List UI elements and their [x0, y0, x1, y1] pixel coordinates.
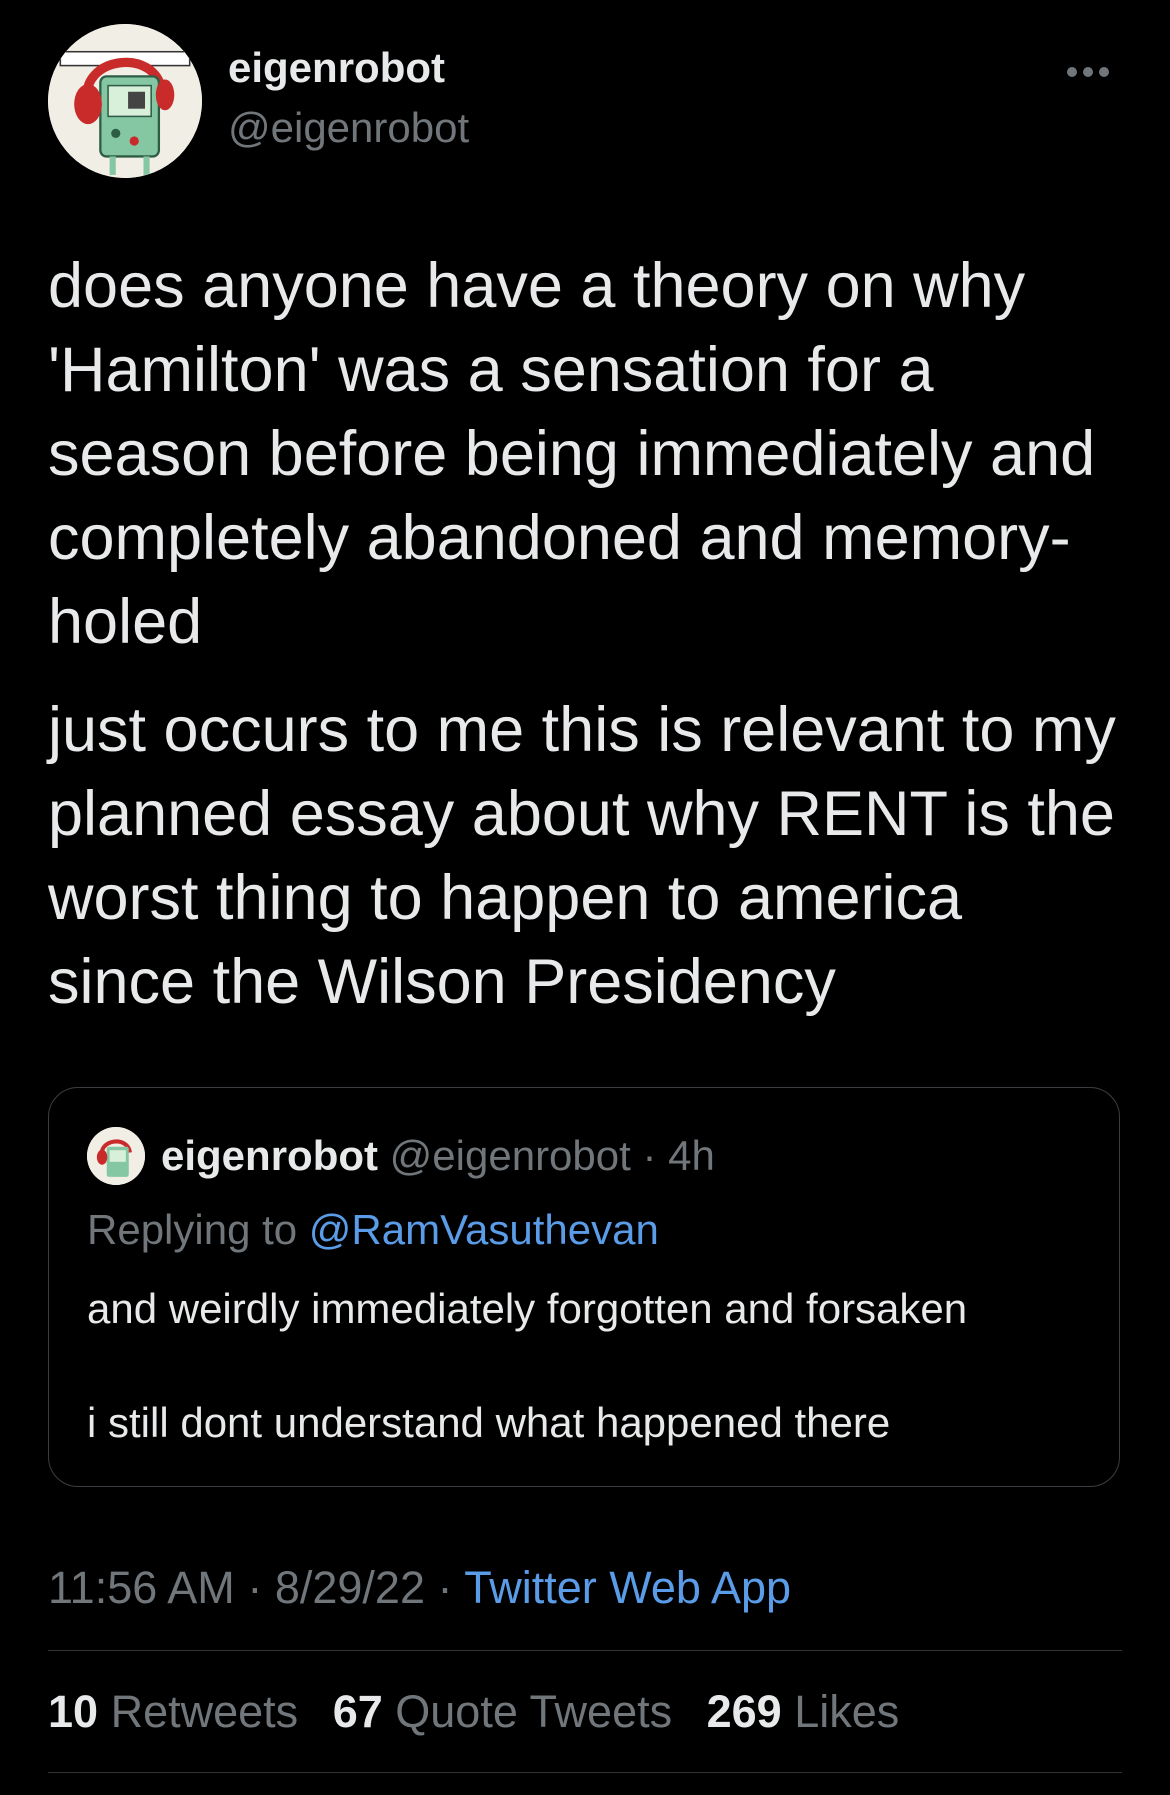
quoted-tweet-paragraph: and weirdly immediately forgotten and fo…: [87, 1285, 968, 1332]
quoted-author-name[interactable]: eigenrobot: [161, 1132, 378, 1179]
replying-to-mention-link[interactable]: @RamVasuthevan: [309, 1206, 659, 1253]
likes-count: 269: [706, 1686, 782, 1737]
separator-dot: ·: [437, 1562, 453, 1613]
quoted-tweet-card[interactable]: eigenrobot @eigenrobot · 4h Replying to …: [48, 1087, 1120, 1487]
tweet-paragraph: just occurs to me this is relevant to my…: [48, 695, 1116, 1017]
divider: [48, 1650, 1122, 1651]
quote-tweets-stat[interactable]: 67 Quote Tweets: [333, 1686, 672, 1737]
tweet-text: does anyone have a theory on why 'Hamilt…: [48, 244, 1118, 1048]
tweet-stats: 10 Retweets 67 Quote Tweets 269 Likes: [48, 1686, 921, 1738]
tweet-source-link[interactable]: Twitter Web App: [464, 1562, 791, 1613]
replying-to-label: Replying to: [87, 1206, 298, 1253]
quoted-tweet-paragraph: i still dont understand what happened th…: [87, 1399, 891, 1446]
likes-stat[interactable]: 269 Likes: [707, 1686, 900, 1737]
retweets-stat[interactable]: 10 Retweets: [48, 1686, 298, 1737]
bmo-headphones-avatar-icon: [48, 24, 202, 178]
separator-dot: ·: [642, 1132, 657, 1179]
tweet-paragraph: does anyone have a theory on why 'Hamilt…: [48, 251, 1096, 657]
author-handle[interactable]: @eigenrobot: [228, 104, 469, 152]
quoted-author-handle[interactable]: @eigenrobot: [390, 1132, 631, 1179]
tweet-time[interactable]: 11:56 AM: [48, 1562, 235, 1613]
replying-to-line: Replying to @RamVasuthevan: [87, 1206, 659, 1254]
separator-dot: ·: [247, 1562, 263, 1613]
bmo-headphones-avatar-icon: [87, 1127, 145, 1185]
author-avatar[interactable]: [48, 24, 202, 178]
quote-tweets-label: Quote Tweets: [395, 1686, 673, 1737]
likes-label: Likes: [794, 1686, 900, 1737]
divider: [48, 1772, 1122, 1773]
quoted-author-avatar[interactable]: [87, 1127, 145, 1185]
quoted-tweet-header: eigenrobot @eigenrobot · 4h: [161, 1132, 715, 1180]
author-name[interactable]: eigenrobot: [228, 44, 445, 92]
retweets-label: Retweets: [110, 1686, 299, 1737]
tweet-timestamp-line: 11:56 AM · 8/29/22 · Twitter Web App: [48, 1562, 791, 1614]
more-horizontal-icon: [1067, 67, 1109, 77]
quoted-tweet-text: and weirdly immediately forgotten and fo…: [87, 1280, 1087, 1508]
retweets-count: 10: [48, 1686, 99, 1737]
quoted-tweet-age: 4h: [668, 1132, 715, 1179]
more-options-button[interactable]: [1060, 52, 1116, 92]
tweet-date[interactable]: 8/29/22: [275, 1562, 425, 1613]
quote-tweets-count: 67: [332, 1686, 383, 1737]
